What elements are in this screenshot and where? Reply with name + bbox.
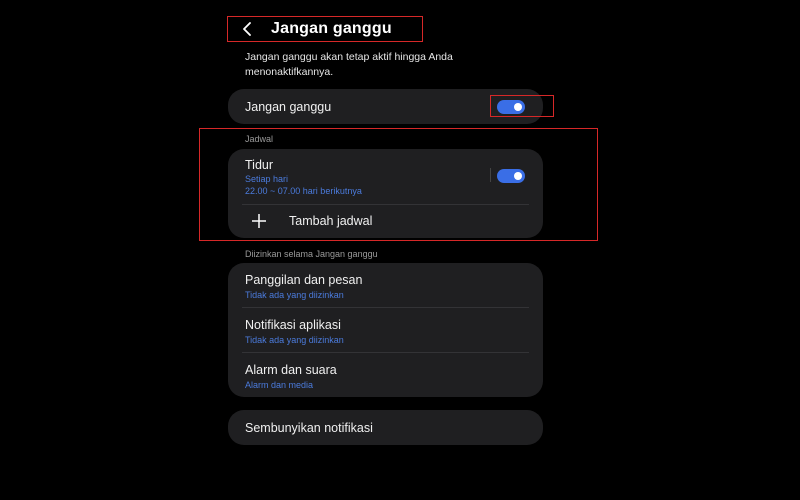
toggle-separator [490, 168, 491, 182]
toggle-knob [514, 172, 522, 180]
allowed-item-sub: Tidak ada yang diizinkan [245, 335, 344, 345]
hide-notifications-row[interactable]: Sembunyikan notifikasi [228, 410, 543, 445]
dnd-toggle-label: Jangan ganggu [245, 100, 332, 114]
page-description: Jangan ganggu akan tetap aktif hingga An… [245, 51, 453, 78]
hide-notifications-label: Sembunyikan notifikasi [245, 421, 373, 435]
allowed-card: Panggilan dan pesan Tidak ada yang diizi… [228, 263, 543, 397]
schedule-item-title: Tidur [245, 158, 274, 172]
allowed-section-label: Diizinkan selama Jangan ganggu [245, 249, 378, 259]
allowed-item-title: Panggilan dan pesan [245, 273, 363, 287]
schedule-item-repeat: Setiap hari [245, 174, 289, 184]
chevron-left-icon [243, 22, 251, 36]
allowed-item-title: Notifikasi aplikasi [245, 318, 341, 332]
allowed-item-sub: Tidak ada yang diizinkan [245, 290, 344, 300]
schedule-card: Tidur Setiap hari 22.00 ~ 07.00 hari ber… [228, 149, 543, 238]
plus-icon [252, 214, 266, 228]
allowed-item-title: Alarm dan suara [245, 363, 337, 377]
schedule-section-label: Jadwal [245, 134, 274, 144]
allowed-item-alarms-sounds[interactable]: Alarm dan suara Alarm dan media [228, 353, 543, 397]
schedule-toggle-switch[interactable] [497, 169, 525, 183]
toggle-knob [514, 103, 522, 111]
app-header: Jangan ganggu [227, 16, 422, 42]
allowed-item-sub: Alarm dan media [245, 380, 314, 390]
add-schedule-button[interactable]: Tambah jadwal [228, 205, 543, 238]
schedule-item-time: 22.00 ~ 07.00 hari berikutnya [245, 186, 362, 196]
allowed-item-calls-messages[interactable]: Panggilan dan pesan Tidak ada yang diizi… [228, 263, 543, 307]
page-title: Jangan ganggu [271, 20, 392, 37]
dnd-toggle-switch[interactable] [497, 100, 525, 114]
allowed-item-app-notifications[interactable]: Notifikasi aplikasi Tidak ada yang diizi… [228, 308, 543, 352]
dnd-toggle-row[interactable]: Jangan ganggu [228, 89, 543, 124]
back-button[interactable] [235, 16, 259, 42]
add-schedule-label: Tambah jadwal [289, 214, 373, 228]
schedule-item-tidur[interactable]: Tidur Setiap hari 22.00 ~ 07.00 hari ber… [228, 149, 543, 204]
